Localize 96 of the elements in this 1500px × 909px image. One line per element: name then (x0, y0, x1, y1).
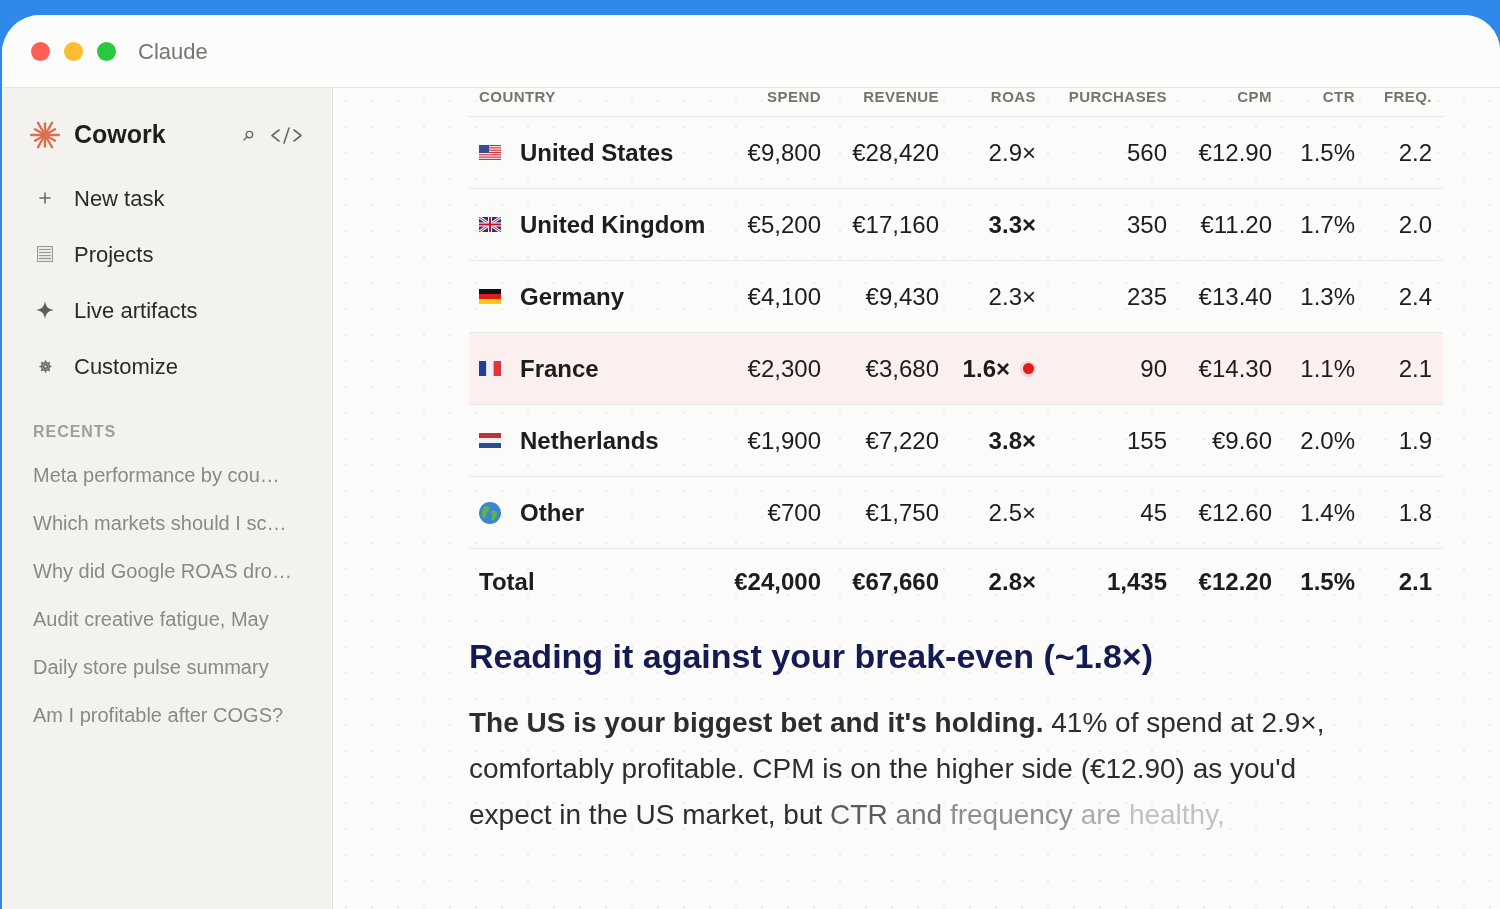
recent-chat-item[interactable]: Daily store pulse summary (33, 643, 302, 691)
country-name: France (520, 353, 599, 384)
column-header: SPEND (766, 88, 821, 104)
column-header: REVENUE (862, 88, 939, 104)
table-cell-text: €5,200 (746, 209, 821, 240)
table-cell-text: 235 (1125, 281, 1167, 312)
table-cell-text: 2.1 (1397, 353, 1433, 384)
table-cell-text: 2.5× (988, 497, 1036, 528)
table-cell-text: 1.3% (1299, 281, 1355, 312)
total-cell-text: 2.8× (987, 567, 1036, 597)
french-flag-icon (479, 361, 501, 376)
code-icon (271, 126, 302, 144)
recent-chat-item[interactable]: Am I profitable after COGS? (33, 691, 302, 739)
column-header: CPM (1236, 88, 1272, 104)
recent-chat-item[interactable]: Audit creative fatigue, May (33, 595, 302, 643)
nav-item[interactable]: Customize (33, 338, 302, 394)
table-cell-text: 1.1% (1299, 353, 1355, 384)
table-cell-text: 2.0% (1299, 425, 1355, 456)
table-cell-text: 1.9 (1397, 425, 1433, 456)
nav-item[interactable]: Live artifacts (33, 282, 302, 338)
country-name: Other (520, 497, 584, 528)
total-cell-text: 1,435 (1105, 567, 1167, 597)
search-icon (242, 129, 254, 141)
globe-icon (479, 501, 501, 524)
table-cell-text: €1,750 (864, 497, 939, 528)
us-flag-icon (479, 145, 501, 160)
table-cell-text: €9,800 (746, 137, 821, 168)
section-heading: RECENTS (33, 422, 118, 442)
table-cell-text: 1.6× (962, 353, 1010, 384)
zoom-window-button[interactable] (97, 41, 116, 61)
nav-item[interactable]: Projects (33, 226, 302, 282)
table-cell-text: €9.60 (1210, 425, 1272, 456)
uk-flag-icon (479, 217, 501, 232)
total-label: Total (478, 567, 536, 597)
column-header: CTR (1321, 88, 1355, 104)
table-cell-text: €11.20 (1199, 209, 1272, 240)
table-cell-text: 2.4 (1397, 281, 1433, 312)
total-cell-text: €24,000 (733, 567, 821, 597)
table-cell-text: 560 (1125, 137, 1167, 168)
total-cell-text: €12.20 (1197, 567, 1272, 597)
table-cell-text: 1.7% (1299, 209, 1355, 240)
table-cell-text: 155 (1125, 425, 1167, 456)
table-cell-text: €12.60 (1197, 497, 1272, 528)
close-window-button[interactable] (31, 41, 50, 61)
brand-name: Cowork (74, 119, 166, 151)
table-cell-text: €13.40 (1197, 281, 1272, 312)
country-name: Germany (520, 281, 625, 312)
total-cell-text: €67,660 (851, 567, 939, 597)
column-header: PURCHASES (1067, 88, 1167, 104)
code-button[interactable] (271, 126, 302, 144)
table-cell-text: 3.3× (988, 209, 1036, 240)
table-cell-text: 90 (1139, 353, 1167, 384)
starburst-logo-icon (30, 120, 60, 150)
recent-chat-item[interactable]: Which markets should I sc… (33, 499, 302, 547)
table-cell-text: 350 (1125, 209, 1167, 240)
dutch-flag-icon (479, 433, 501, 448)
window-title: Claude (138, 37, 208, 66)
country-name: United Kingdom (520, 209, 706, 240)
table-cell-text: €17,160 (851, 209, 939, 240)
gear-icon (38, 359, 52, 373)
table-cell-text: €7,220 (864, 425, 939, 456)
total-cell-text: 2.1 (1397, 567, 1433, 597)
table-cell-text: 2.0 (1397, 209, 1433, 240)
german-flag-icon (479, 289, 501, 304)
country-name: United States (520, 137, 674, 168)
table-cell-text: €3,680 (864, 353, 939, 384)
minimize-window-button[interactable] (64, 41, 83, 61)
table-cell-text: €4,100 (746, 281, 821, 312)
country-name: Netherlands (520, 425, 659, 456)
table-cell-text: €1,900 (746, 425, 821, 456)
table-cell-text: 2.9× (988, 137, 1036, 168)
table-cell-text: 45 (1139, 497, 1167, 528)
table-cell-text: €9,430 (864, 281, 939, 312)
table-cell-text: €700 (766, 497, 821, 528)
table-cell-text: 2.3× (988, 281, 1036, 312)
table-cell-text: 2.2 (1397, 137, 1433, 168)
recent-chat-item[interactable]: Why did Google ROAS dro… (33, 547, 302, 595)
table-cell-text: €12.90 (1197, 137, 1272, 168)
nav-item[interactable]: New task (33, 170, 302, 226)
search-button[interactable] (241, 128, 255, 142)
column-header: ROAS (989, 88, 1036, 104)
table-cell-text: €14.30 (1197, 353, 1272, 384)
section-heading: Reading it against your break-even (~1.8×) (469, 636, 1154, 677)
table-cell-text: 3.8× (988, 425, 1036, 456)
table-cell-text: 1.8 (1397, 497, 1433, 528)
table-cell-text: €2,300 (746, 353, 821, 384)
total-cell-text: 1.5% (1299, 567, 1355, 597)
column-header: COUNTRY (478, 88, 557, 104)
table-cell-text: €28,420 (851, 137, 939, 168)
recent-chat-item[interactable]: Meta performance by cou… (33, 451, 302, 499)
sparkle-icon (36, 301, 54, 319)
table-cell-text: 1.4% (1299, 497, 1355, 528)
plus-icon (39, 192, 51, 204)
column-header: FREQ. (1382, 88, 1433, 104)
table-cell-text: 1.5% (1299, 137, 1355, 168)
list-icon (37, 246, 53, 262)
